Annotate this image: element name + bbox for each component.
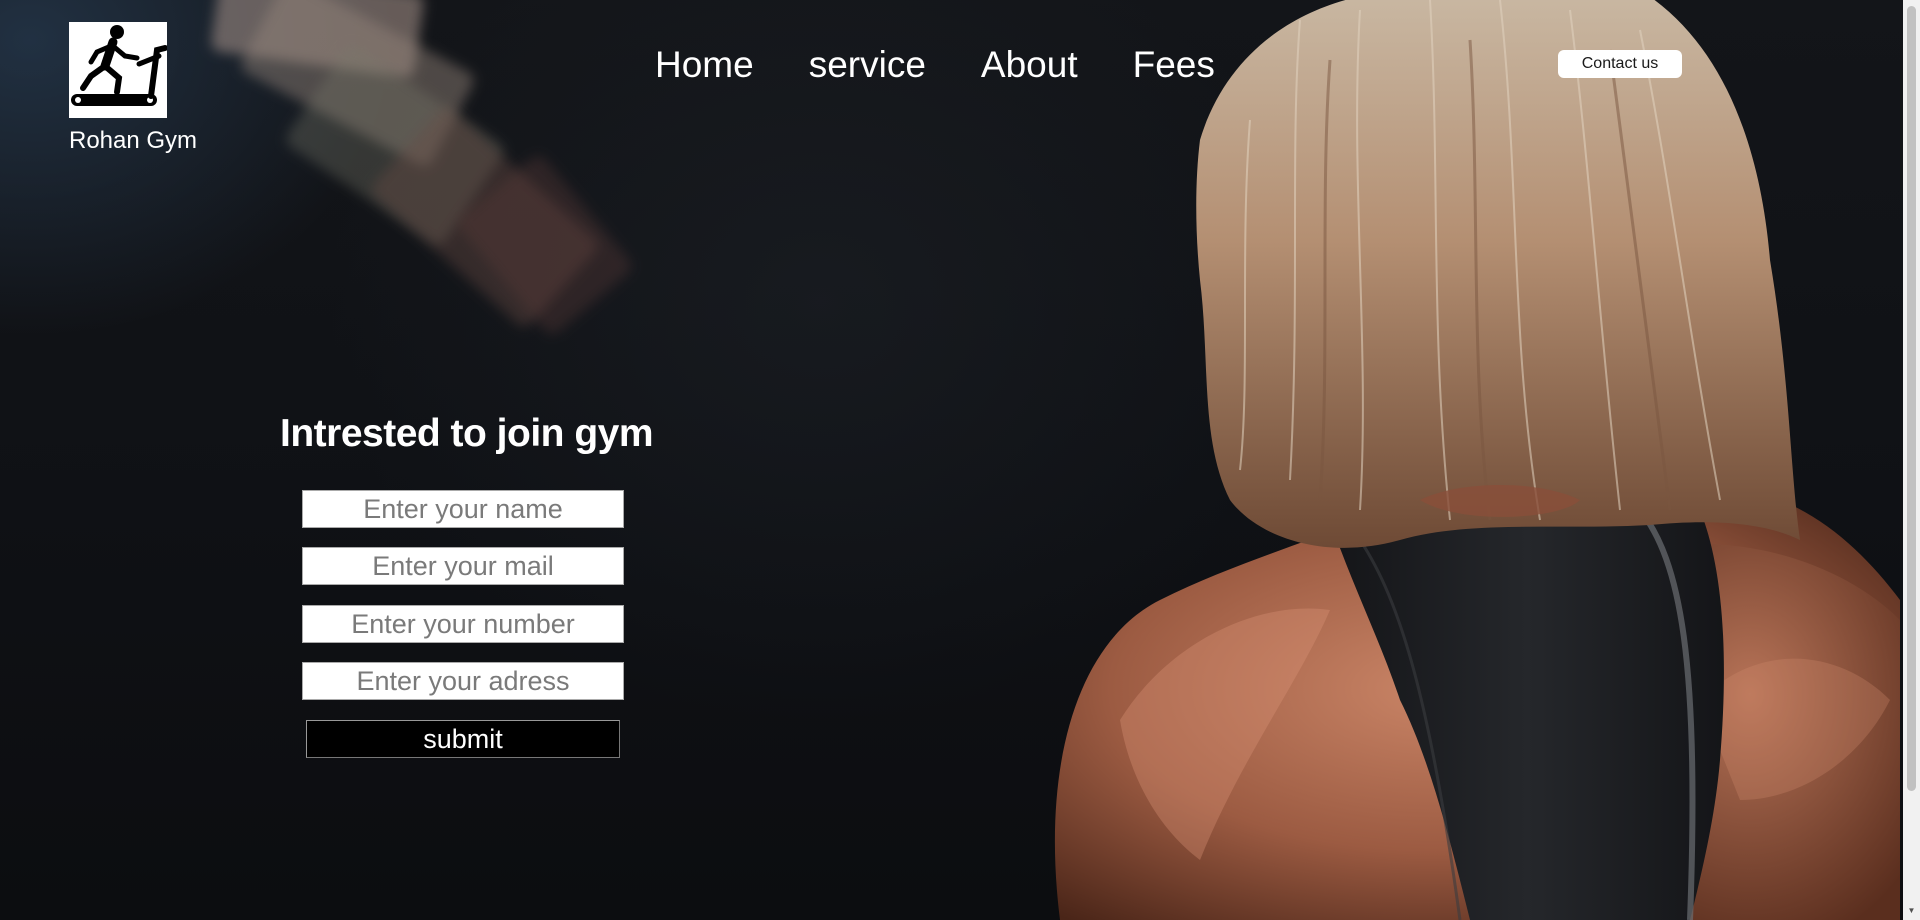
page-scrollbar[interactable]: ▼ bbox=[1903, 0, 1920, 920]
nav-link-home[interactable]: Home bbox=[655, 40, 754, 90]
brand-name: Rohan Gym bbox=[69, 127, 198, 154]
contact-us-button[interactable]: Contact us bbox=[1558, 50, 1682, 78]
form-title: Intrested to join gym bbox=[280, 412, 654, 455]
scrollbar-thumb[interactable] bbox=[1907, 6, 1916, 791]
nav-link-about[interactable]: About bbox=[981, 40, 1078, 90]
nav-link-service[interactable]: service bbox=[809, 40, 926, 90]
main-nav: Home service About Fees bbox=[655, 40, 1270, 90]
athlete-background-image bbox=[1054, 0, 1900, 920]
address-input[interactable] bbox=[302, 662, 624, 700]
nav-link-fees[interactable]: Fees bbox=[1133, 40, 1215, 90]
number-input[interactable] bbox=[302, 605, 624, 643]
submit-button[interactable]: submit bbox=[306, 720, 620, 758]
scroll-down-arrow-icon[interactable]: ▼ bbox=[1903, 905, 1920, 917]
name-input[interactable] bbox=[302, 490, 624, 528]
mail-input[interactable] bbox=[302, 547, 624, 585]
treadmill-runner-icon[interactable] bbox=[69, 22, 168, 118]
page-background: Rohan Gym Home service About Fees Contac… bbox=[0, 0, 1920, 920]
